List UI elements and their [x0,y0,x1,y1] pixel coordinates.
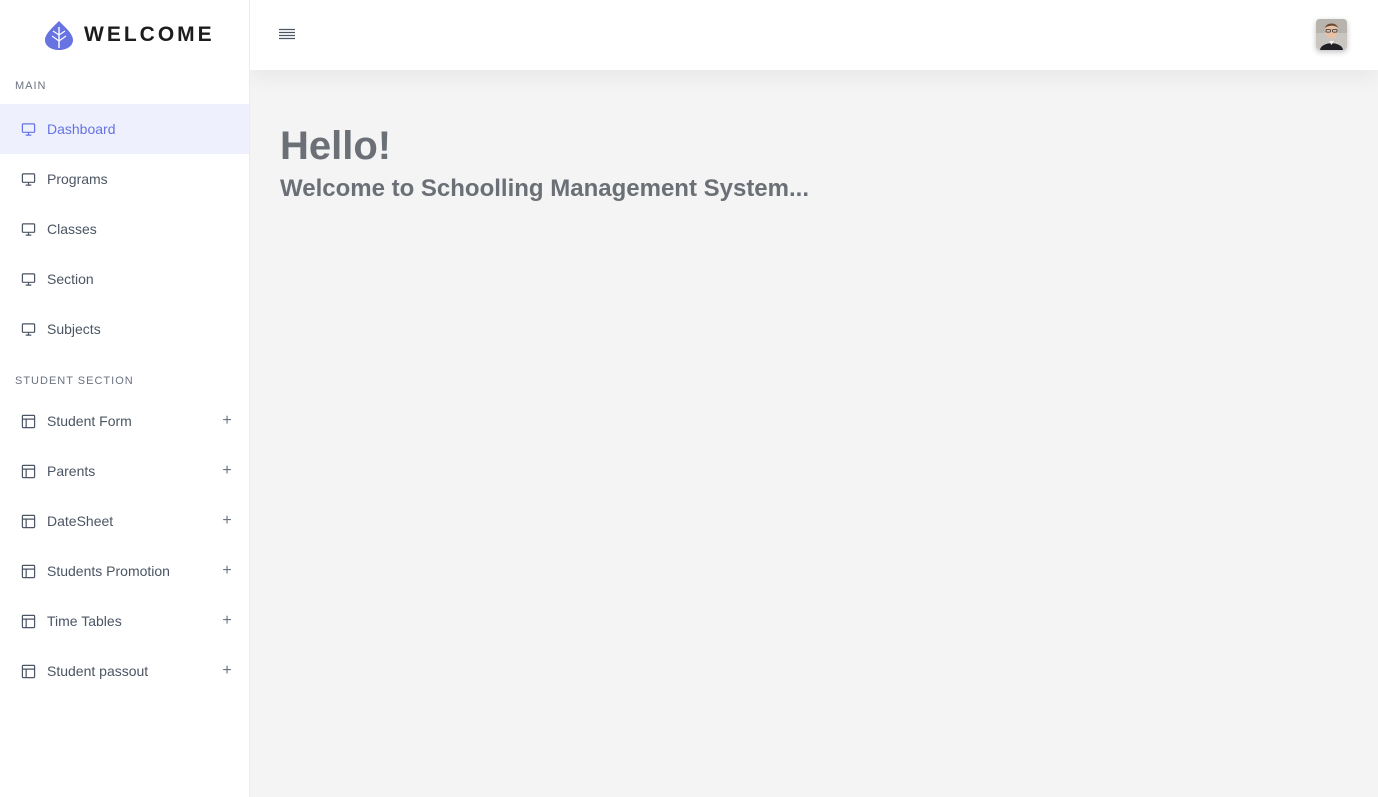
section-label-main: MAIN [15,80,47,92]
brand-name: WELCOME [84,23,215,46]
top-header [250,0,1378,70]
monitor-icon [20,171,37,188]
main-menu: Dashboard Programs Classes Section Subje… [0,104,249,354]
layout-icon [20,563,37,580]
layout-icon [20,663,37,680]
student-menu: Student Form + Parents + DateSheet + Stu… [0,396,249,696]
sidebar-item-students-promotion[interactable]: Students Promotion + [0,546,249,596]
user-avatar[interactable] [1316,19,1347,50]
layout-icon [20,613,37,630]
sidebar-item-label: Time Tables [47,613,122,629]
sidebar-item-label: DateSheet [47,513,114,529]
sidebar-item-label: Subjects [47,321,101,337]
sidebar-item-student-form[interactable]: Student Form + [0,396,249,446]
expand-icon[interactable]: + [221,412,233,430]
sidebar-item-subjects[interactable]: Subjects [0,304,249,354]
sidebar-item-label: Section [47,271,94,287]
sidebar-item-time-tables[interactable]: Time Tables + [0,596,249,646]
brand[interactable]: WELCOME [0,0,249,70]
expand-icon[interactable]: + [221,512,233,530]
sidebar: WELCOME MAIN Dashboard Programs Classes [0,0,250,797]
expand-icon[interactable]: + [221,562,233,580]
sidebar-item-label: Programs [47,171,108,187]
page-subtitle: Welcome to Schoolling Management System.… [280,175,809,202]
sidebar-item-label: Students Promotion [47,563,170,579]
section-label-student: STUDENT SECTION [15,375,134,387]
monitor-icon [20,271,37,288]
sidebar-item-section[interactable]: Section [0,254,249,304]
app-root: WELCOME MAIN Dashboard Programs Classes [0,0,1378,797]
expand-icon[interactable]: + [221,612,233,630]
expand-icon[interactable]: + [221,462,233,480]
sidebar-item-label: Classes [47,221,97,237]
hamburger-icon[interactable] [278,28,296,42]
main-content: Hello! Welcome to Schoolling Management … [280,120,809,204]
sidebar-item-label: Student passout [47,663,149,679]
sidebar-item-label: Parents [47,463,96,479]
sidebar-item-label: Dashboard [47,121,116,137]
layout-icon [20,463,37,480]
monitor-icon [20,321,37,338]
monitor-icon [20,221,37,238]
sidebar-item-classes[interactable]: Classes [0,204,249,254]
layout-icon [20,413,37,430]
monitor-icon [20,121,37,138]
sidebar-item-parents[interactable]: Parents + [0,446,249,496]
sidebar-item-dashboard[interactable]: Dashboard [0,104,249,154]
sidebar-item-student-passout[interactable]: Student passout + [0,646,249,696]
sidebar-item-label: Student Form [47,413,132,429]
expand-icon[interactable]: + [221,662,233,680]
leaf-icon [43,19,75,51]
page-title: Hello! [280,124,392,168]
sidebar-item-datesheet[interactable]: DateSheet + [0,496,249,546]
layout-icon [20,513,37,530]
sidebar-item-programs[interactable]: Programs [0,154,249,204]
